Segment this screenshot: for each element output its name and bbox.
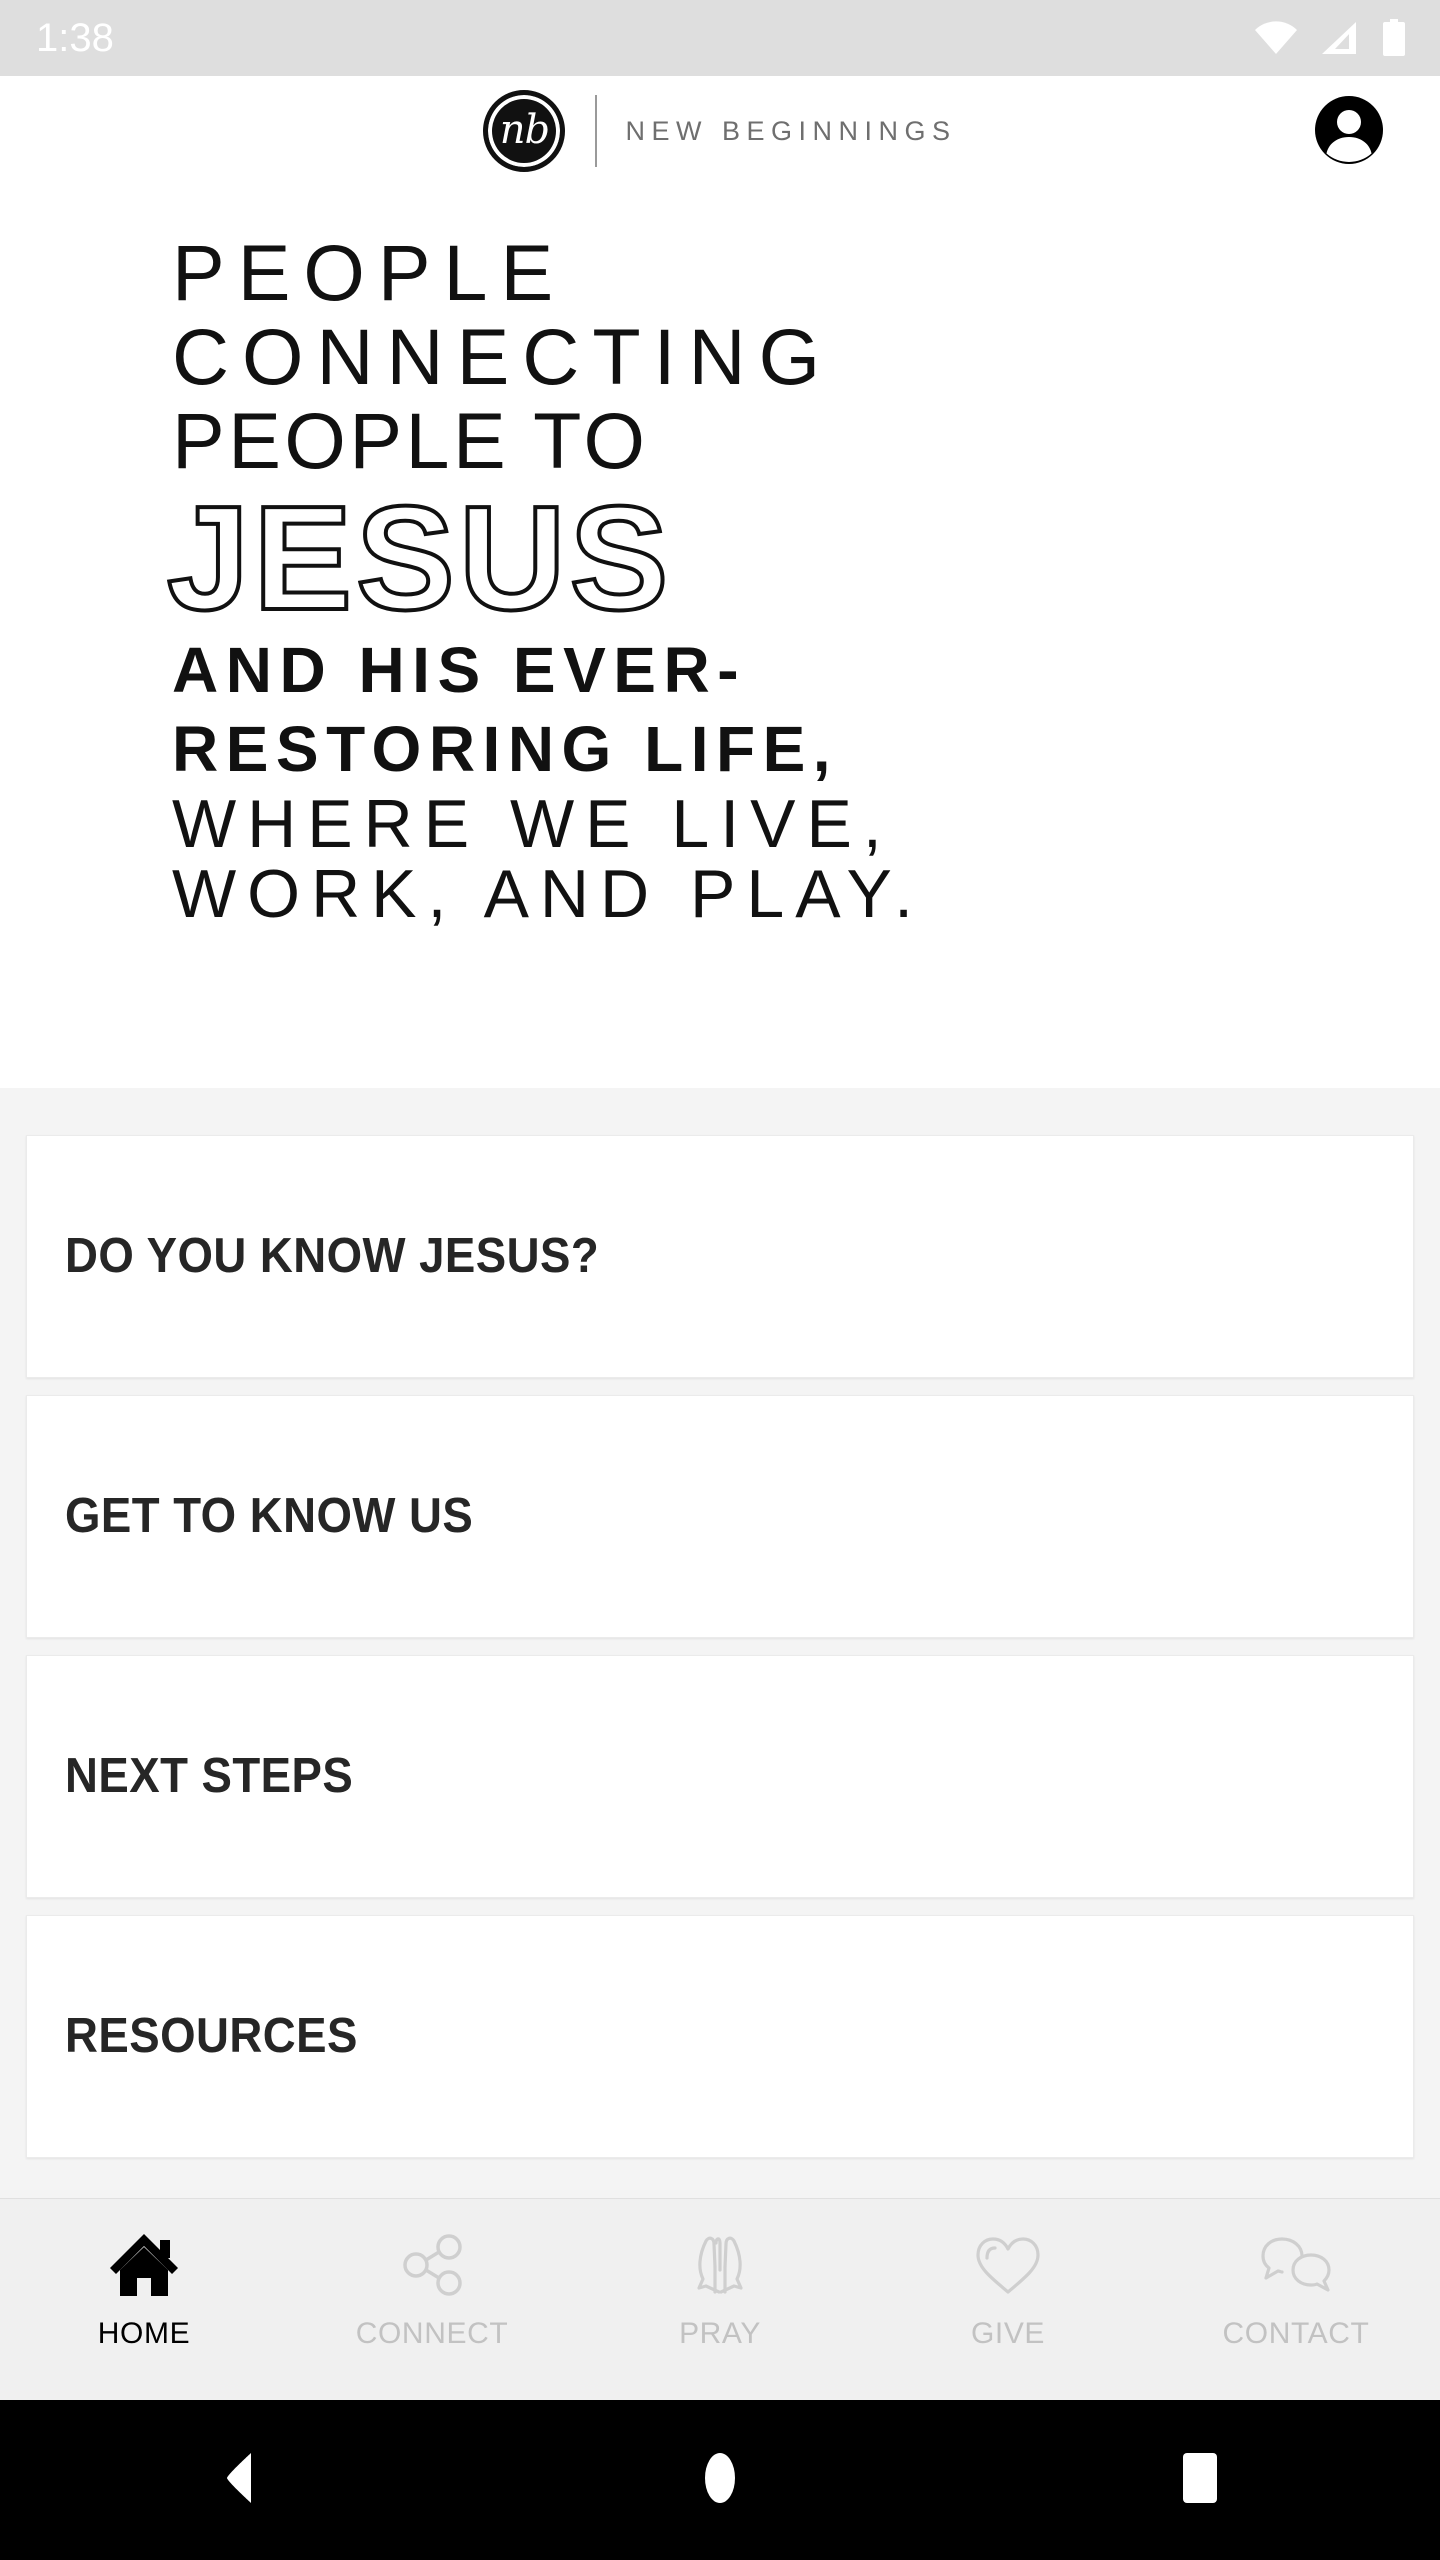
nav-label-home: HOME — [97, 2317, 191, 2350]
home-icon — [702, 2451, 738, 2510]
card-next-steps[interactable]: NEXT STEPS — [26, 1655, 1414, 1898]
nav-label-give: GIVE — [970, 2317, 1046, 2350]
wifi-icon — [1254, 21, 1298, 55]
chat-bubbles-icon — [1258, 2223, 1334, 2307]
bottom-navigation: HOME CONNECT PRAY GIVE CONTACT — [0, 2198, 1440, 2400]
hero-line-2: CONNECTING — [172, 312, 834, 401]
card-get-to-know-us[interactable]: GET TO KNOW US — [26, 1395, 1414, 1638]
brand-divider — [595, 95, 598, 167]
nav-item-pray[interactable]: PRAY — [576, 2199, 864, 2400]
card-resources[interactable]: RESOURCES — [26, 1915, 1414, 2158]
brand-logo[interactable]: nb NEW BEGINNINGS — [483, 90, 956, 172]
nav-item-give[interactable]: GIVE — [864, 2199, 1152, 2400]
back-icon — [217, 2451, 263, 2510]
card-do-you-know-jesus[interactable]: DO YOU KNOW JESUS? — [26, 1135, 1414, 1378]
card-title: RESOURCES — [65, 2009, 358, 2063]
praying-hands-icon — [682, 2223, 758, 2307]
android-home-button[interactable] — [480, 2400, 960, 2560]
nav-item-connect[interactable]: CONNECT — [288, 2199, 576, 2400]
logo-monogram-text: nb — [499, 107, 550, 153]
nav-label-connect: CONNECT — [355, 2317, 509, 2350]
battery-icon — [1382, 19, 1406, 57]
home-icon — [106, 2223, 182, 2307]
status-bar-icons — [1254, 19, 1406, 57]
account-circle-icon — [1313, 94, 1385, 169]
card-title: NEXT STEPS — [65, 1749, 354, 1803]
nav-label-contact: CONTACT — [1222, 2317, 1370, 2350]
recents-icon — [1175, 2451, 1225, 2510]
hero-line-1: PEOPLE — [172, 228, 567, 317]
nav-item-home[interactable]: HOME — [0, 2199, 288, 2400]
status-bar-clock: 1:38 — [36, 16, 114, 60]
android-recents-button[interactable] — [960, 2400, 1440, 2560]
status-bar: 1:38 — [0, 0, 1440, 76]
share-network-icon — [394, 2223, 470, 2307]
hero-line-3: PEOPLE TO — [172, 396, 649, 485]
android-navigation-bar — [0, 2400, 1440, 2560]
card-title: GET TO KNOW US — [65, 1489, 474, 1543]
app-screen: 1:38 nb NEW BEGINNINGS PEOPLE CONNECTING… — [0, 0, 1440, 2560]
heart-icon — [970, 2223, 1046, 2307]
brand-name: NEW BEGINNINGS — [625, 115, 957, 146]
hero-banner: PEOPLE CONNECTING PEOPLE TO JESUS AND HI… — [0, 186, 1440, 1088]
logo-monogram-icon: nb — [483, 90, 566, 172]
hero-line-5: RESTORING LIFE, — [172, 713, 839, 785]
nav-item-contact[interactable]: CONTACT — [1152, 2199, 1440, 2400]
android-back-button[interactable] — [0, 2400, 480, 2560]
card-title: DO YOU KNOW JESUS? — [65, 1229, 600, 1283]
hero-line-6: WHERE WE LIVE, — [172, 786, 893, 862]
account-button[interactable] — [1294, 76, 1404, 186]
hero-line-jesus: JESUS — [165, 476, 673, 641]
app-header: nb NEW BEGINNINGS — [0, 76, 1440, 186]
card-list: DO YOU KNOW JESUS? GET TO KNOW US NEXT S… — [0, 1088, 1440, 2198]
hero-line-7: WORK, AND PLAY. — [172, 856, 924, 932]
nav-label-pray: PRAY — [679, 2317, 761, 2350]
cellular-signal-icon — [1320, 21, 1360, 55]
hero-line-4: AND HIS EVER- — [172, 634, 746, 706]
